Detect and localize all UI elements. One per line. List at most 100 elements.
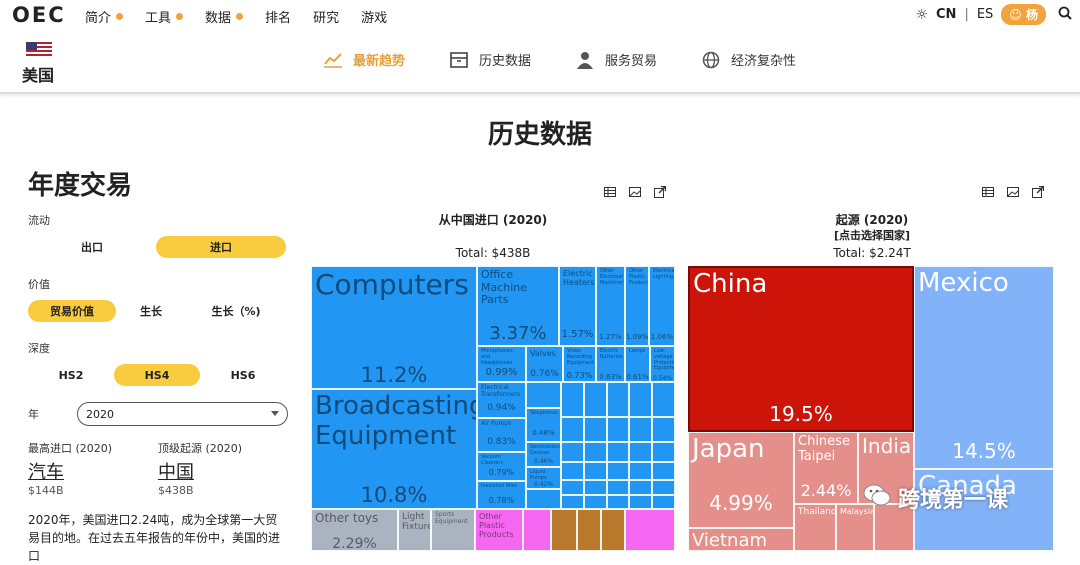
treemap-cell[interactable]: Electrical Lighting 1.06% bbox=[649, 266, 675, 346]
treemap-cell[interactable]: Other toys 2.29% bbox=[311, 509, 398, 551]
treemap-cell[interactable] bbox=[652, 495, 675, 509]
value-growth-pct-button[interactable]: 生长（%) bbox=[186, 300, 286, 322]
treemap-cell[interactable] bbox=[584, 495, 607, 509]
treemap-cell[interactable]: Microphones and Headphones 0.99% bbox=[477, 346, 526, 382]
treemap-cell[interactable] bbox=[629, 382, 652, 417]
external-link-icon[interactable] bbox=[1032, 186, 1044, 198]
treemap-cell[interactable] bbox=[607, 495, 629, 509]
treemap-cell[interactable] bbox=[629, 480, 652, 495]
treemap-cell[interactable] bbox=[561, 462, 584, 480]
treemap-cell[interactable] bbox=[584, 480, 607, 495]
products-treemap[interactable]: Computers 11.2% Broadcasting Equipment 10.8… bbox=[311, 266, 675, 551]
top-import-link[interactable]: 汽车 bbox=[28, 458, 158, 484]
country-block[interactable]: 美国 bbox=[22, 42, 54, 86]
treemap-cell[interactable]: Vacuum Cleaners 0.79% bbox=[477, 452, 526, 481]
flow-import-button[interactable]: 进口 bbox=[156, 236, 286, 258]
treemap-cell[interactable] bbox=[629, 462, 652, 480]
nav-item-tools[interactable]: 工具 bbox=[145, 7, 184, 26]
table-icon[interactable] bbox=[982, 186, 994, 198]
treemap-cell[interactable]: Telephones 0.48% bbox=[526, 408, 561, 442]
treemap-cell[interactable] bbox=[523, 509, 551, 551]
treemap-cell[interactable]: Vietnam bbox=[688, 528, 794, 551]
tab-economic-complexity[interactable]: 经济复杂性 bbox=[701, 50, 796, 69]
treemap-cell[interactable]: Computers 11.2% bbox=[311, 266, 477, 389]
tab-services-trade[interactable]: 服务贸易 bbox=[575, 50, 657, 69]
treemap-cell[interactable] bbox=[561, 495, 584, 509]
treemap-cell[interactable] bbox=[551, 509, 577, 551]
oec-logo[interactable]: OEC bbox=[12, 3, 66, 27]
treemap-cell[interactable] bbox=[526, 489, 561, 509]
treemap-cell[interactable]: Japan 4.99% bbox=[688, 432, 794, 528]
treemap-cell[interactable]: Chinese Taipei 2.44% bbox=[794, 432, 858, 504]
treemap-cell[interactable] bbox=[652, 480, 675, 495]
treemap-cell[interactable]: Electric Batteries 0.63% bbox=[596, 346, 625, 382]
treemap-cell[interactable]: Insulated Wire 0.78% bbox=[477, 481, 526, 509]
treemap-cell[interactable] bbox=[652, 462, 675, 480]
user-badge[interactable]: ☺ 杨 bbox=[1001, 4, 1046, 25]
treemap-cell[interactable] bbox=[584, 417, 607, 442]
image-icon[interactable] bbox=[1007, 186, 1019, 198]
sun-icon[interactable]: ☼ bbox=[915, 7, 928, 23]
treemap-cell[interactable] bbox=[652, 382, 675, 417]
nav-item-data[interactable]: 数据 bbox=[205, 7, 244, 26]
treemap-cell[interactable] bbox=[584, 382, 607, 417]
treemap-cell[interactable]: Air Pumps 0.83% bbox=[477, 418, 526, 452]
treemap-cell[interactable]: Broadcasting Equipment 10.8% bbox=[311, 389, 477, 509]
treemap-cell[interactable]: Electric Heaters 1.57% bbox=[559, 266, 596, 346]
tab-historical-data[interactable]: 历史数据 bbox=[449, 50, 531, 69]
tab-latest-trends[interactable]: 最新趋势 bbox=[323, 50, 405, 69]
treemap-cell[interactable] bbox=[607, 462, 629, 480]
treemap-cell[interactable] bbox=[607, 480, 629, 495]
treemap-cell[interactable] bbox=[601, 509, 625, 551]
treemap-cell[interactable] bbox=[607, 417, 629, 442]
treemap-cell[interactable]: China 19.5% bbox=[688, 266, 914, 432]
nav-item-games[interactable]: 游戏 bbox=[361, 7, 387, 26]
nav-item-research[interactable]: 研究 bbox=[313, 7, 339, 26]
treemap-cell[interactable] bbox=[561, 442, 584, 462]
treemap-cell[interactable] bbox=[629, 495, 652, 509]
treemap-cell[interactable] bbox=[561, 480, 584, 495]
treemap-cell[interactable] bbox=[607, 382, 629, 417]
table-icon[interactable] bbox=[604, 186, 616, 198]
treemap-cell[interactable] bbox=[607, 442, 629, 462]
treemap-cell[interactable]: Office Machine Parts 3.37% bbox=[477, 266, 559, 346]
treemap-cell[interactable] bbox=[625, 509, 675, 551]
depth-hs6-button[interactable]: HS6 bbox=[200, 364, 286, 386]
treemap-cell[interactable]: Other Plastic Products bbox=[475, 509, 523, 551]
top-origin-link[interactable]: 中国 bbox=[158, 458, 288, 484]
depth-hs4-button[interactable]: HS4 bbox=[114, 364, 200, 386]
treemap-cell[interactable]: Other Electrical Machinery 1.27% bbox=[596, 266, 625, 346]
treemap-cell[interactable]: Light Fixtures bbox=[398, 509, 431, 551]
treemap-cell[interactable]: Video Recording Equipment 0.73% bbox=[563, 346, 596, 382]
treemap-cell[interactable]: Liquid Pumps 0.42% bbox=[526, 467, 561, 489]
treemap-cell[interactable] bbox=[629, 442, 652, 462]
treemap-cell[interactable]: Mexico 14.5% bbox=[914, 266, 1054, 469]
treemap-cell[interactable] bbox=[629, 417, 652, 442]
nav-item-intro[interactable]: 简介 bbox=[85, 7, 124, 26]
nav-item-rankings[interactable]: 排名 bbox=[265, 7, 291, 26]
flow-export-button[interactable]: 出口 bbox=[28, 236, 156, 258]
treemap-cell[interactable] bbox=[561, 382, 584, 417]
treemap-cell[interactable] bbox=[584, 462, 607, 480]
treemap-cell[interactable]: Other Plastic Products 1.09% bbox=[625, 266, 649, 346]
treemap-cell[interactable] bbox=[652, 442, 675, 462]
year-select[interactable]: 2020 bbox=[77, 402, 288, 426]
treemap-cell[interactable] bbox=[652, 417, 675, 442]
lang-cn[interactable]: CN bbox=[936, 7, 956, 22]
external-link-icon[interactable] bbox=[654, 186, 666, 198]
value-growth-button[interactable]: 生长 bbox=[116, 300, 186, 322]
treemap-cell[interactable]: Valves 0.76% bbox=[526, 346, 563, 382]
treemap-cell[interactable] bbox=[584, 442, 607, 462]
treemap-cell[interactable] bbox=[577, 509, 601, 551]
value-trade-button[interactable]: 贸易价值 bbox=[28, 300, 116, 322]
treemap-cell[interactable]: Thailand bbox=[794, 504, 836, 551]
treemap-cell[interactable]: Sports Equipment bbox=[431, 509, 475, 551]
depth-hs2-button[interactable]: HS2 bbox=[28, 364, 114, 386]
image-icon[interactable] bbox=[629, 186, 641, 198]
treemap-cell[interactable]: Semiconductor Devices 0.46% bbox=[526, 442, 561, 467]
search-icon[interactable] bbox=[1058, 6, 1072, 24]
treemap-cell[interactable]: Lamps 0.61% bbox=[625, 346, 650, 382]
treemap-cell[interactable]: Low-voltage Protection Equipment 0.54% bbox=[650, 346, 675, 382]
lang-es[interactable]: ES bbox=[977, 7, 993, 22]
treemap-cell[interactable] bbox=[526, 382, 561, 408]
